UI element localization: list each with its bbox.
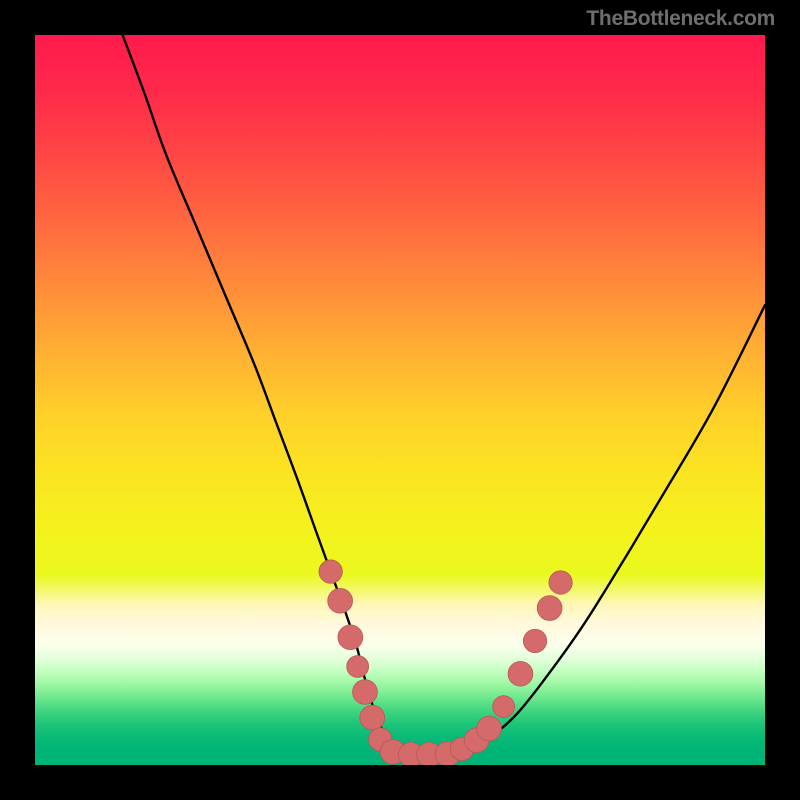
data-marker — [493, 696, 515, 718]
data-marker — [338, 625, 363, 650]
data-marker — [319, 560, 342, 583]
data-marker — [523, 629, 546, 652]
data-marker — [328, 588, 353, 613]
chart-frame: TheBottleneck.com — [0, 0, 800, 800]
chart-svg — [35, 35, 765, 765]
curve-group — [123, 35, 765, 755]
watermark-text: TheBottleneck.com — [586, 7, 775, 31]
plot-area — [35, 35, 765, 765]
data-marker — [549, 571, 572, 594]
data-marker — [353, 680, 378, 705]
data-marker — [477, 716, 502, 741]
data-marker — [360, 705, 385, 730]
bottleneck-curve — [123, 35, 765, 755]
data-marker — [537, 596, 562, 621]
data-marker — [508, 661, 533, 686]
data-marker — [347, 656, 369, 678]
markers-group — [319, 560, 572, 765]
